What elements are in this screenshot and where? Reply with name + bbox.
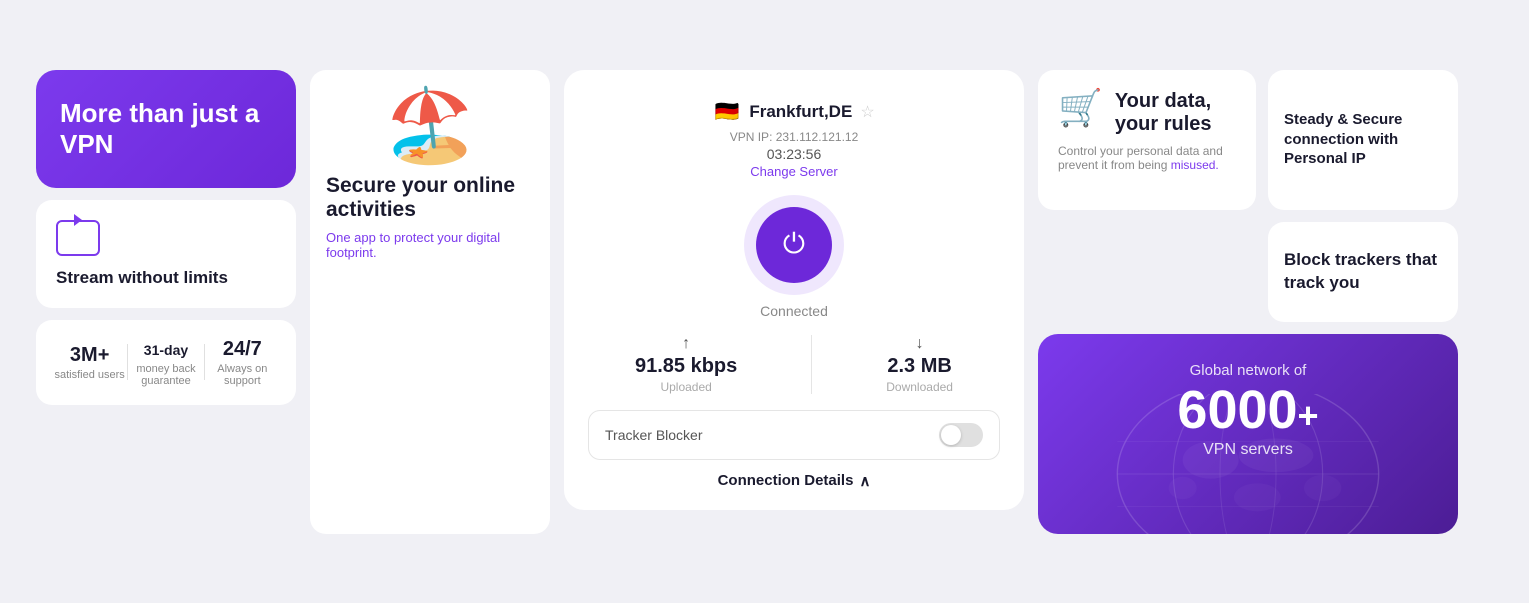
speed-row: ↑ 91.85 kbps Uploaded ↓ 2.3 MB Downloade… — [588, 335, 1000, 394]
global-label: Global network of — [1062, 362, 1434, 379]
download-item: ↓ 2.3 MB Downloaded — [886, 335, 953, 394]
upload-item: ↑ 91.85 kbps Uploaded — [635, 335, 737, 394]
power-button-wrapper: ⏻ — [744, 195, 844, 295]
vpn-timer: 03:23:56 — [767, 146, 822, 162]
hero-title: More than just a VPN — [60, 98, 272, 160]
download-value: 2.3 MB — [887, 355, 951, 378]
stream-title: Stream without limits — [56, 268, 276, 288]
server-header: 🇩🇪 Frankfurt,DE ☆ — [713, 98, 874, 126]
speed-divider — [811, 335, 812, 394]
download-arrow-icon: ↓ — [916, 335, 924, 353]
download-label: Downloaded — [886, 380, 953, 394]
stream-icon — [56, 220, 100, 256]
tracker-blocker-label: Tracker Blocker — [605, 427, 703, 443]
center-column: 🇩🇪 Frankfurt,DE ☆ VPN IP: 231.112.121.12… — [564, 70, 1024, 534]
stats-bar: 3M+ satisfied users 31-day money back gu… — [36, 320, 296, 405]
support-label: Always on support — [205, 363, 280, 387]
right-top-row: 🛒 Your data, your rules Control your per… — [1038, 70, 1458, 210]
your-data-description: Control your personal data and prevent i… — [1058, 144, 1236, 172]
steady-title: Steady & Secure connection with Personal… — [1284, 110, 1442, 169]
chevron-up-icon: ∧ — [859, 472, 870, 490]
tracker-blocker-row: Tracker Blocker — [588, 410, 1000, 460]
beach-emoji-icon: 🏖️ — [326, 90, 534, 162]
users-value: 3M+ — [70, 344, 109, 367]
beach-card: 🏖️ Secure your online activities One app… — [310, 70, 550, 534]
upload-arrow-icon: ↑ — [682, 335, 690, 353]
stat-support: 24/7 Always on support — [205, 338, 280, 387]
vpn-status-card: 🇩🇪 Frankfurt,DE ☆ VPN IP: 231.112.121.12… — [564, 70, 1024, 510]
your-data-misused-link[interactable]: misused. — [1171, 158, 1219, 172]
support-value: 24/7 — [223, 338, 262, 361]
connection-details-button[interactable]: Connection Details ∧ — [718, 472, 871, 490]
connection-details-label: Connection Details — [718, 472, 854, 489]
stat-guarantee: 31-day money back guarantee — [128, 338, 203, 387]
globe-icon — [1108, 394, 1388, 534]
vpn-ip: VPN IP: 231.112.121.12 — [730, 130, 859, 144]
flag-icon: 🇩🇪 — [713, 98, 741, 126]
block-trackers-title: Block trackers that track you — [1284, 249, 1442, 293]
beach-title: Secure your online activities — [326, 174, 534, 222]
beach-subtitle: One app to protect your digital footprin… — [326, 230, 534, 260]
left-column: More than just a VPN Stream without limi… — [36, 70, 296, 534]
tracker-blocker-toggle[interactable] — [939, 423, 983, 447]
hero-card: More than just a VPN — [36, 70, 296, 188]
favorite-star-icon[interactable]: ☆ — [860, 102, 874, 122]
right-column: 🛒 Your data, your rules Control your per… — [1038, 70, 1458, 534]
connected-label: Connected — [760, 303, 828, 319]
power-icon: ⏻ — [783, 228, 805, 261]
cart-icon: 🛒 — [1058, 90, 1103, 126]
your-data-title: Your data, your rules — [1115, 90, 1236, 136]
server-name: Frankfurt,DE — [749, 102, 852, 122]
steady-card: Steady & Secure connection with Personal… — [1268, 70, 1458, 210]
stat-users: 3M+ satisfied users — [52, 344, 127, 381]
guarantee-value: 31-day — [144, 338, 188, 361]
global-network-card: Global network of 6000+ VPN servers — [1038, 334, 1458, 534]
your-data-header: 🛒 Your data, your rules — [1058, 90, 1236, 136]
your-data-card: 🛒 Your data, your rules Control your per… — [1038, 70, 1256, 210]
users-label: satisfied users — [55, 369, 125, 381]
right-middle-row: Block trackers that track you — [1038, 222, 1458, 322]
mid-left-column: 🏖️ Secure your online activities One app… — [310, 70, 550, 534]
guarantee-label: money back guarantee — [128, 363, 203, 387]
block-trackers-card: Block trackers that track you — [1268, 222, 1458, 322]
power-button[interactable]: ⏻ — [756, 207, 832, 283]
upload-value: 91.85 kbps — [635, 355, 737, 378]
upload-label: Uploaded — [660, 380, 711, 394]
main-container: More than just a VPN Stream without limi… — [16, 50, 1513, 554]
stream-card: Stream without limits — [36, 200, 296, 308]
change-server-button[interactable]: Change Server — [750, 164, 837, 179]
